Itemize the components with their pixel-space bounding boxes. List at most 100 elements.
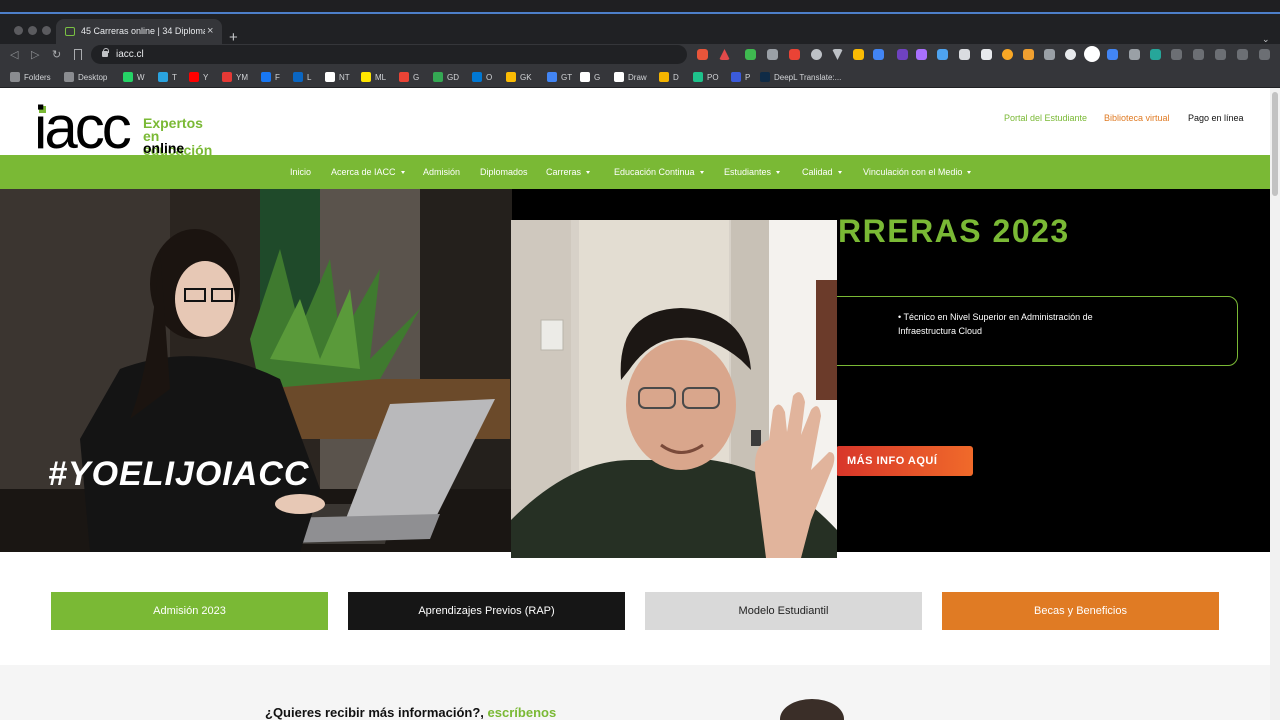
bookmark-item[interactable]: YM — [222, 70, 248, 84]
brave-shield-icon[interactable] — [697, 49, 708, 60]
extension-9-icon[interactable] — [916, 49, 927, 60]
bookmark-item[interactable]: GD — [433, 70, 459, 84]
new-tab-button[interactable]: + — [229, 30, 238, 45]
bookmark-item[interactable]: W — [123, 70, 145, 84]
forward-icon[interactable]: ▷ — [31, 47, 39, 63]
address-bar[interactable]: iacc.cl — [91, 45, 687, 64]
browser-tab-active[interactable]: 45 Carreras online | 34 Diploma × — [56, 19, 222, 44]
tab-close-icon[interactable]: × — [207, 24, 213, 38]
extension-15-icon[interactable] — [1044, 49, 1055, 60]
bookmark-item[interactable]: D — [659, 70, 679, 84]
extension-17-icon[interactable] — [1107, 49, 1118, 60]
menu-item-label: Admisión — [423, 167, 461, 177]
extension-12-icon[interactable] — [981, 49, 992, 60]
extension-13-icon[interactable] — [1002, 49, 1013, 60]
bookmark-favicon-icon — [760, 72, 770, 82]
extension-4-icon[interactable] — [811, 49, 822, 60]
extension-7-icon[interactable] — [873, 49, 884, 60]
bookmark-item[interactable]: L — [293, 70, 311, 84]
url-text[interactable]: iacc.cl — [116, 49, 144, 60]
student-portal-link[interactable]: Portal del Estudiante — [1004, 113, 1087, 123]
extension-19-icon[interactable] — [1150, 49, 1161, 60]
bookmark-item[interactable]: PO — [693, 70, 719, 84]
quick-link-button[interactable]: Modelo Estudiantil — [645, 592, 922, 630]
bookmark-label: Draw — [628, 72, 647, 82]
extension-11-icon[interactable] — [959, 49, 970, 60]
bookmark-item[interactable]: G — [399, 70, 419, 84]
menu-item-carreras[interactable]: Carreras — [546, 167, 591, 177]
menu-item-inicio[interactable]: Inicio — [290, 167, 311, 177]
quick-link-button[interactable]: Becas y Beneficios — [942, 592, 1219, 630]
bookmark-item[interactable]: O — [472, 70, 492, 84]
menu-item-vinculacion-con-el-medio[interactable]: Vinculación con el Medio — [863, 167, 972, 177]
reload-icon[interactable]: ↻ — [52, 47, 61, 63]
bookmark-item[interactable]: F — [261, 70, 280, 84]
bookmark-item[interactable]: GK — [506, 70, 532, 84]
hero-photo — [0, 189, 512, 552]
more-info-button[interactable]: MÁS INFO AQUÍ — [836, 446, 973, 476]
menu-item-educacion-continua[interactable]: Educación Continua — [614, 167, 704, 177]
bookmark-item[interactable]: Desktop — [64, 70, 107, 84]
bookmark-favicon-icon — [158, 72, 168, 82]
virtual-library-link[interactable]: Biblioteca virtual — [1104, 113, 1170, 123]
extension-3-icon[interactable] — [789, 49, 800, 60]
window-close-button[interactable] — [14, 26, 23, 35]
main-menu: Inicio Acerca de IACC Admisión Diplomados Ca… — [0, 155, 1270, 189]
bookmark-icon[interactable] — [74, 49, 82, 60]
bookmark-item[interactable]: Y — [189, 70, 208, 84]
bookmark-item[interactable]: P — [731, 70, 750, 84]
hero-program-text: • Técnico en Nivel Superior en Administr… — [898, 312, 1093, 336]
menu-item-label: Diplomados — [480, 167, 528, 177]
menu-item-label: Calidad — [802, 167, 833, 177]
quick-link-button[interactable]: Admisión 2023 — [51, 592, 328, 630]
menu-item-label: Carreras — [546, 167, 582, 177]
window-zoom-button[interactable] — [42, 26, 51, 35]
tab-favicon-icon — [65, 27, 75, 36]
menu-item-diplomados[interactable]: Diplomados — [480, 167, 528, 177]
bookmark-item[interactable]: Folders — [10, 70, 51, 84]
extension-21-icon[interactable] — [1193, 49, 1204, 60]
hero-title: RRERAS 2023 — [838, 213, 1070, 249]
bookmark-label: YM — [236, 72, 248, 82]
menu-item-acerca-de-iacc[interactable]: Acerca de IACC — [331, 167, 405, 177]
scrollbar-thumb[interactable] — [1272, 92, 1278, 196]
extensions-puzzle-icon[interactable] — [1171, 49, 1182, 60]
bookmark-item[interactable]: GT — [547, 70, 572, 84]
sidebar-toggle-icon[interactable] — [1215, 49, 1226, 60]
extension-6-icon[interactable] — [853, 49, 864, 60]
settings-extension-icon[interactable] — [1065, 49, 1076, 60]
contact-link[interactable]: escríbenos — [488, 705, 557, 720]
bookmark-favicon-icon — [261, 72, 271, 82]
extension-1-icon[interactable] — [745, 49, 756, 60]
window-minimize-button[interactable] — [28, 26, 37, 35]
bookmark-item[interactable]: DeepL Translate:... — [760, 70, 841, 84]
lock-icon[interactable] — [102, 48, 109, 57]
wallet-icon[interactable] — [1237, 49, 1248, 60]
bookmark-item[interactable]: Draw — [614, 70, 647, 84]
back-icon[interactable]: ◁ — [10, 47, 18, 63]
page-scrollbar[interactable] — [1270, 88, 1280, 720]
menu-item-calidad[interactable]: Calidad — [802, 167, 842, 177]
extension-14-icon[interactable] — [1023, 49, 1034, 60]
chevron-down-icon — [967, 170, 972, 174]
download-extension-icon[interactable] — [937, 49, 948, 60]
bookmark-item[interactable]: NT — [325, 70, 350, 84]
extension-18-icon[interactable] — [1129, 49, 1140, 60]
menu-item-admision[interactable]: Admisión — [423, 167, 460, 177]
bookmark-label: Folders — [24, 72, 51, 82]
online-payment-link[interactable]: Pago en línea — [1188, 113, 1244, 123]
bookmark-label: PO — [707, 72, 719, 82]
browser-menu-icon[interactable] — [1259, 49, 1270, 60]
bookmark-item[interactable]: T — [158, 70, 177, 84]
extension-5-icon[interactable] — [832, 49, 843, 60]
bookmark-item[interactable]: G — [580, 70, 600, 84]
extension-8-icon[interactable] — [897, 49, 908, 60]
quick-link-button[interactable]: Aprendizajes Previos (RAP) — [348, 592, 625, 630]
contact-question: ¿Quieres recibir más información?, — [265, 705, 484, 720]
profile-extension-icon[interactable] — [1084, 46, 1100, 62]
bookmark-item[interactable]: ML — [361, 70, 386, 84]
menu-item-estudiantes[interactable]: Estudiantes — [724, 167, 781, 177]
camera-extension-icon[interactable] — [767, 49, 778, 60]
rewards-icon[interactable] — [719, 49, 730, 60]
bookmark-favicon-icon — [659, 72, 669, 82]
